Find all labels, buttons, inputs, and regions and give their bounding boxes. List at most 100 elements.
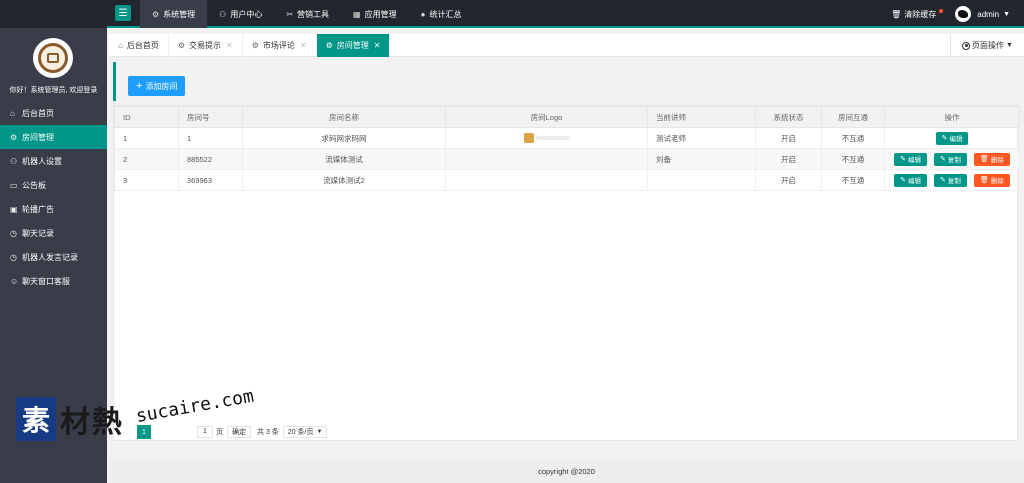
cell-room-logo: [445, 127, 648, 149]
trash-icon: 🗑: [979, 177, 989, 184]
sidebar-item-home[interactable]: ⌂ 后台首页: [0, 101, 107, 125]
cell-room-name: 流媒体测试: [242, 148, 446, 170]
edit-button[interactable]: ✎ 编辑: [894, 152, 928, 166]
side-nav: ⌂ 后台首页 ⚙ 房间管理 ⚇ 机器人设置 ▭ 公告板 ▣ 轮播广告 ◷ 聊天记录 ◷ 机器人…: [0, 101, 107, 293]
toolbar: + 添加房间: [113, 62, 1018, 101]
watermark-text: 材熱: [60, 405, 124, 440]
room-logo-image: [518, 133, 576, 143]
sidebar-item-carousel-ads[interactable]: ▣ 轮播广告: [0, 197, 107, 221]
topnav-item-stats[interactable]: ● 统计汇总: [409, 0, 474, 28]
cell-interop: 不互通: [821, 169, 885, 191]
rooms-table: ID 房间号 房间名称 房间Logo 当前讲师 系统状态 房间互通 操作 1 1…: [114, 106, 1020, 191]
table-row: 2 885522 流媒体测试 刘备 开启 不互通 ✎ 编辑 ✎ 复制 🗑 删除: [114, 148, 1020, 170]
col-header-room-name: 房间名称: [242, 106, 446, 128]
home-icon: ⌂: [10, 108, 15, 118]
pencil-icon: ✎: [940, 156, 946, 163]
watermark-logo: 素: [16, 397, 56, 441]
tab-home[interactable]: ⌂ 后台首页: [109, 34, 169, 57]
gear-icon: ⚙: [152, 9, 160, 19]
col-header-status: 系统状态: [755, 106, 822, 128]
gear-icon: ⚙: [177, 41, 186, 50]
sidebar-item-chat-log[interactable]: ◷ 聊天记录: [0, 221, 107, 245]
col-header-teacher: 当前讲师: [647, 106, 756, 128]
cell-status: 开启: [755, 169, 822, 191]
cell-teacher: 测试老师: [647, 127, 756, 149]
pencil-icon: ✎: [940, 177, 946, 184]
sidebar-item-robot-speech-log[interactable]: ◷ 机器人发言记录: [0, 245, 107, 269]
topnav-item-users[interactable]: ⚇ 用户中心: [207, 0, 274, 28]
chevron-down-icon[interactable]: ▼: [1003, 11, 1010, 18]
menu-toggle-icon[interactable]: ☰: [115, 5, 131, 21]
col-header-id: ID: [114, 106, 179, 128]
close-icon[interactable]: ✕: [226, 41, 233, 50]
image-icon: ▣: [10, 204, 18, 214]
col-header-interop: 房间互通: [821, 106, 885, 128]
per-page-select[interactable]: 20 条/页 ▼: [282, 426, 328, 438]
top-bar: ☰ ⚙ 系统管理 ⚇ 用户中心 ✂ 营销工具 ▦ 应用管理 ● 统计汇总 🗑 清除缓存 ad…: [0, 0, 1024, 28]
cell-actions: ✎ 编辑 ✎ 复制 🗑 删除: [884, 169, 1020, 191]
tab-trade-tips[interactable]: ⚙ 交易提示 ✕: [169, 34, 243, 57]
copy-button[interactable]: ✎ 复制: [934, 152, 967, 166]
sidebar-item-notice-board[interactable]: ▭ 公告板: [0, 173, 107, 197]
sidebar-item-rooms[interactable]: ⚙ 房间管理: [0, 125, 107, 149]
delete-button[interactable]: 🗑 删除: [973, 173, 1010, 187]
topnav-item-marketing[interactable]: ✂ 营销工具: [274, 0, 341, 28]
cell-interop: 不互通: [821, 148, 885, 170]
table-row: 1 1 求码网求码网 测试老师 开启 不互通 ✎ 编辑: [114, 127, 1020, 149]
home-icon: ⌂: [118, 41, 123, 50]
tab-market-comments[interactable]: ⚙ 市场评论 ✕: [243, 34, 317, 57]
chat-icon: ●: [420, 9, 426, 19]
cell-room-name: 流媒体测试2: [242, 169, 446, 191]
plus-icon: +: [136, 79, 143, 92]
add-room-button[interactable]: + 添加房间: [128, 76, 186, 96]
trash-icon: 🗑: [979, 156, 989, 163]
pencil-icon: ✎: [941, 135, 948, 142]
cell-id: 2: [114, 148, 179, 170]
pencil-icon: ✎: [900, 156, 907, 163]
close-icon[interactable]: ✕: [374, 41, 381, 50]
cell-room-no: 1: [178, 127, 243, 149]
topnav-item-apps[interactable]: ▦ 应用管理: [341, 0, 409, 28]
smile-icon: ☺: [10, 276, 19, 286]
edit-button[interactable]: ✎ 编辑: [894, 173, 928, 187]
welcome-text: 你好！系统管理员, 欢迎登录: [9, 87, 98, 94]
cell-status: 开启: [755, 127, 822, 149]
clock-icon: ◷: [10, 228, 17, 238]
username[interactable]: admin: [977, 10, 999, 19]
scissors-icon: ✂: [286, 9, 294, 19]
cell-room-no: 369963: [178, 169, 243, 191]
gear-icon: ⚙: [251, 41, 259, 50]
col-header-room-logo: 房间Logo: [445, 106, 648, 128]
delete-button[interactable]: 🗑 删除: [973, 152, 1010, 166]
cell-actions: ✎ 编辑 ✎ 复制 🗑 删除: [884, 148, 1020, 170]
topnav-item-system[interactable]: ⚙ 系统管理: [140, 0, 208, 28]
sidebar-item-chat-service[interactable]: ☺ 聊天窗口客服: [0, 269, 107, 293]
trash-icon: 🗑: [891, 9, 902, 19]
tab-rooms[interactable]: ⚙ 房间管理 ✕: [316, 34, 391, 57]
cell-id: 3: [114, 169, 179, 191]
close-icon[interactable]: ✕: [300, 41, 307, 50]
top-nav: ⚙ 系统管理 ⚇ 用户中心 ✂ 营销工具 ▦ 应用管理 ● 统计汇总: [140, 0, 473, 28]
col-header-room-no: 房间号: [178, 106, 243, 128]
gear-icon: ⚙: [10, 132, 18, 142]
cell-actions: ✎ 编辑: [884, 127, 1020, 149]
cell-room-no: 885522: [178, 148, 243, 170]
user-icon: ⚇: [219, 9, 227, 19]
avatar[interactable]: [955, 6, 972, 22]
cell-room-name: 求码网求码网: [242, 127, 446, 149]
edit-button[interactable]: ✎ 编辑: [935, 131, 969, 145]
watermark: 素 材熱 sucaire.com: [16, 386, 261, 454]
copy-button[interactable]: ✎ 复制: [934, 173, 967, 187]
cell-room-logo: [445, 148, 648, 170]
brand-area: [0, 0, 107, 28]
clear-cache-button[interactable]: 🗑 清除缓存: [891, 9, 944, 20]
cell-status: 开启: [755, 148, 822, 170]
table-row: 3 369963 流媒体测试2 开启 不互通 ✎ 编辑 ✎ 复制 🗑 删除: [114, 169, 1020, 191]
page-ops-dropdown[interactable]: 页面操作 ▼: [950, 34, 1024, 57]
top-right: 🗑 清除缓存 admin ▼: [891, 0, 1010, 28]
chevron-down-icon: ▼: [1006, 42, 1013, 49]
col-header-actions: 操作: [884, 106, 1020, 128]
copyright-text: copyright @2020: [538, 466, 595, 476]
cell-teacher: 刘备: [647, 148, 756, 170]
sidebar-item-robot-settings[interactable]: ⚇ 机器人设置: [0, 149, 107, 173]
